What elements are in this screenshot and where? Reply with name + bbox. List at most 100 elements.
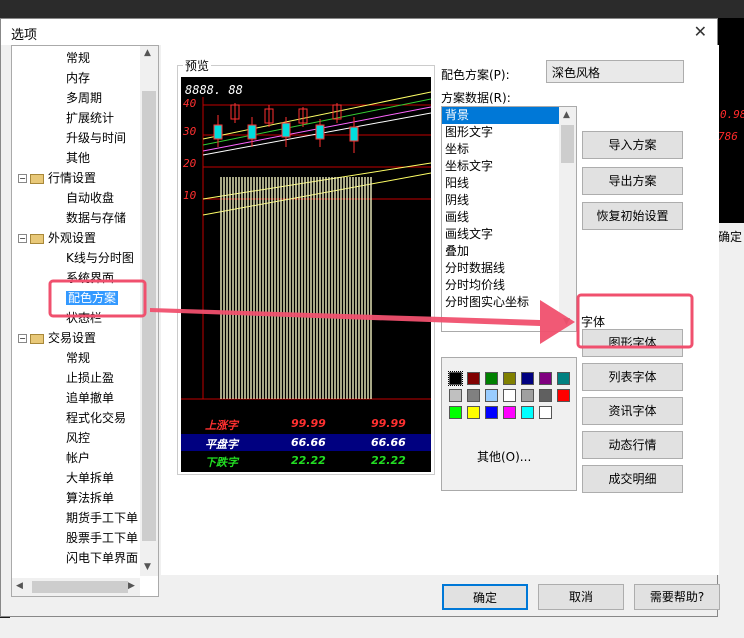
scheme-data-list[interactable]: 背景 图形文字 坐标 坐标文字 阳线 阴线 画线 画线文字 叠加 分时数据线 分时均价线 分时图实心坐… bbox=[441, 106, 577, 332]
scheme-data-item[interactable]: 分时均价线 bbox=[442, 277, 576, 294]
scheme-data-item[interactable]: 画线文字 bbox=[442, 226, 576, 243]
tree-item[interactable]: 帐户 bbox=[66, 448, 90, 468]
scroll-down-icon[interactable]: ▼ bbox=[563, 317, 570, 327]
scroll-up-icon[interactable]: ▲ bbox=[144, 48, 151, 58]
color-swatch[interactable] bbox=[521, 389, 534, 402]
color-swatch[interactable] bbox=[557, 372, 570, 385]
scheme-data-item[interactable]: 分时图实心坐标 bbox=[442, 294, 576, 311]
axis-label: 10 bbox=[183, 189, 197, 202]
tree-item[interactable]: 风控 bbox=[66, 428, 90, 448]
scheme-select[interactable]: 深色风格 ﹀ bbox=[546, 60, 684, 83]
tree-item[interactable]: 系统界面 bbox=[66, 268, 114, 288]
tree-item[interactable]: 升级与时间 bbox=[66, 128, 126, 148]
color-swatch[interactable] bbox=[449, 389, 462, 402]
tree-item[interactable]: 追单撤单 bbox=[66, 388, 114, 408]
tree-item[interactable]: 多周期 bbox=[66, 88, 102, 108]
scroll-up-icon[interactable]: ▲ bbox=[563, 110, 570, 120]
tree-item[interactable]: 常规 bbox=[66, 48, 90, 68]
tree-item[interactable]: 期货手工下单 bbox=[66, 508, 138, 528]
color-swatch[interactable] bbox=[503, 406, 516, 419]
folder-icon bbox=[30, 233, 44, 244]
color-swatch[interactable] bbox=[485, 372, 498, 385]
color-swatch[interactable] bbox=[521, 406, 534, 419]
cancel-button[interactable]: 取消 bbox=[538, 584, 624, 610]
ok-button[interactable]: 确定 bbox=[442, 584, 528, 610]
scheme-data-item[interactable]: 画线 bbox=[442, 209, 576, 226]
color-swatch[interactable] bbox=[539, 372, 552, 385]
scheme-data-item[interactable]: 背景 bbox=[442, 107, 576, 124]
tree-item[interactable]: 止损止盈 bbox=[66, 368, 114, 388]
tree-vertical-scrollbar[interactable]: ▲ ▼ bbox=[140, 46, 158, 576]
restore-defaults-button[interactable]: 恢复初始设置 bbox=[582, 202, 683, 230]
color-swatch[interactable] bbox=[467, 372, 480, 385]
scroll-right-icon[interactable]: ▶ bbox=[128, 581, 135, 591]
tree-group[interactable]: − 外观设置 bbox=[18, 228, 96, 248]
color-swatch[interactable] bbox=[448, 371, 463, 386]
tree-item-label: 股票手工下单 bbox=[66, 531, 139, 545]
tree-item[interactable]: 内存 bbox=[66, 68, 90, 88]
tree-item-label: 止损止盈 bbox=[66, 371, 115, 385]
scheme-data-item[interactable]: 坐标文字 bbox=[442, 158, 576, 175]
trade-detail-button[interactable]: 成交明细 bbox=[582, 465, 683, 493]
tree-item[interactable]: 大单拆单 bbox=[66, 468, 114, 488]
tree-item-label: 数据与存储 bbox=[66, 211, 127, 225]
scheme-data-item[interactable]: 阳线 bbox=[442, 175, 576, 192]
color-swatch[interactable] bbox=[539, 406, 552, 419]
scroll-thumb[interactable] bbox=[32, 581, 128, 593]
list-font-button[interactable]: 列表字体 bbox=[582, 363, 683, 391]
help-button[interactable]: 需要帮助? bbox=[634, 584, 720, 610]
list-scrollbar[interactable]: ▲ ▼ bbox=[559, 107, 576, 331]
color-swatch[interactable] bbox=[539, 389, 552, 402]
color-swatch[interactable] bbox=[557, 389, 570, 402]
scroll-down-icon[interactable]: ▼ bbox=[144, 562, 151, 572]
export-scheme-button[interactable]: 导出方案 bbox=[582, 167, 683, 195]
scroll-thumb[interactable] bbox=[561, 125, 574, 163]
color-swatch[interactable] bbox=[503, 389, 516, 402]
scheme-data-item[interactable]: 图形文字 bbox=[442, 124, 576, 141]
tree-item-label: 交易设置 bbox=[48, 331, 97, 345]
color-swatch[interactable] bbox=[521, 372, 534, 385]
tree-item[interactable]: 其他 bbox=[66, 148, 90, 168]
tree-group[interactable]: − 交易设置 bbox=[18, 328, 96, 348]
tree-item[interactable]: K线与分时图 bbox=[66, 248, 134, 268]
background-confirm: 确定 bbox=[718, 230, 743, 244]
scheme-data-item[interactable]: 分时数据线 bbox=[442, 260, 576, 277]
color-swatch[interactable] bbox=[467, 406, 480, 419]
collapse-icon[interactable]: − bbox=[18, 234, 27, 243]
tree-group[interactable]: − 行情设置 bbox=[18, 168, 96, 188]
tree-horizontal-scrollbar[interactable]: ◀ ▶ bbox=[12, 578, 140, 596]
tree-item[interactable]: 状态栏 bbox=[66, 308, 102, 328]
color-swatch[interactable] bbox=[503, 372, 516, 385]
collapse-icon[interactable]: − bbox=[18, 174, 27, 183]
tree-item[interactable]: 程式化交易 bbox=[66, 408, 126, 428]
scheme-data-item[interactable]: 坐标 bbox=[442, 141, 576, 158]
tree-item[interactable]: 数据与存储 bbox=[66, 208, 126, 228]
graphic-font-button[interactable]: 图形字体 bbox=[582, 329, 683, 357]
tree-item[interactable]: 算法拆单 bbox=[66, 488, 114, 508]
tree-item[interactable]: 闪电下单界面 bbox=[66, 548, 138, 568]
color-swatch[interactable] bbox=[485, 406, 498, 419]
tree-item-label: 扩展统计 bbox=[66, 111, 115, 125]
other-colors-button[interactable]: 其他(O)... bbox=[477, 448, 531, 465]
tree-item-label: 系统界面 bbox=[66, 271, 115, 285]
collapse-icon[interactable]: − bbox=[18, 334, 27, 343]
import-scheme-button[interactable]: 导入方案 bbox=[582, 131, 683, 159]
tree-item[interactable]: 常规 bbox=[66, 348, 90, 368]
scroll-thumb[interactable] bbox=[142, 91, 156, 541]
scheme-data-item[interactable]: 阴线 bbox=[442, 192, 576, 209]
info-font-button[interactable]: 资讯字体 bbox=[582, 397, 683, 425]
dynamic-quote-button[interactable]: 动态行情 bbox=[582, 431, 683, 459]
color-swatch[interactable] bbox=[485, 389, 498, 402]
tree-item-label: K线与分时图 bbox=[66, 251, 134, 265]
tree-item[interactable]: 自动收盘 bbox=[66, 188, 114, 208]
scroll-left-icon[interactable]: ◀ bbox=[16, 581, 23, 591]
preview-label: 预览 bbox=[183, 57, 212, 74]
color-swatch[interactable] bbox=[449, 406, 462, 419]
color-swatch[interactable] bbox=[467, 389, 480, 402]
close-icon[interactable]: ✕ bbox=[694, 22, 707, 41]
tree-item[interactable]: 配色方案 bbox=[66, 288, 119, 308]
tree-item[interactable]: 扩展统计 bbox=[66, 108, 114, 128]
scheme-data-item[interactable]: 叠加 bbox=[442, 243, 576, 260]
background-right-strip: 0.989 786 确定 bbox=[718, 18, 744, 638]
tree-item[interactable]: 股票手工下单 bbox=[66, 528, 138, 548]
